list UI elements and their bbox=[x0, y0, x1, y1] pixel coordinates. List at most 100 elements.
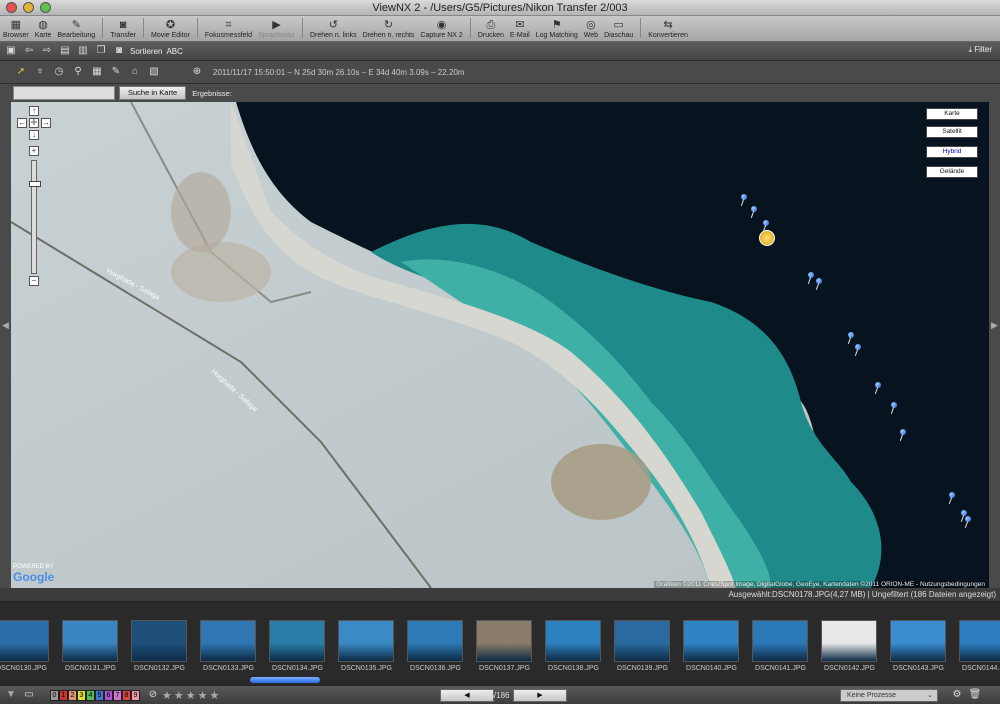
map-search-button[interactable]: Suche in Karte bbox=[119, 86, 187, 100]
toolbar-button-13[interactable]: ⚑ Log Matching bbox=[533, 15, 581, 41]
toolbar-button-11[interactable]: ⎙ Drucken bbox=[475, 15, 507, 41]
map-search-input[interactable] bbox=[13, 86, 115, 100]
forward-arrow-icon[interactable]: ⇨ bbox=[40, 45, 54, 57]
map-copyright[interactable]: Grafiken ©2011 Cnes/Spot Image, DigitalG… bbox=[654, 581, 987, 588]
toolbar-button-4[interactable]: ◙ Transfer bbox=[107, 15, 139, 41]
expand-left-icon[interactable]: ◀ bbox=[2, 320, 9, 331]
color-label-4[interactable]: 4 bbox=[86, 689, 95, 701]
toolbar-button-1[interactable]: ▦ Browser bbox=[0, 15, 32, 41]
zoom-slider-knob[interactable] bbox=[29, 181, 41, 187]
color-label-3[interactable]: 3 bbox=[77, 689, 86, 701]
thumbnail-image[interactable] bbox=[890, 620, 946, 662]
pan-right-icon[interactable]: → bbox=[41, 118, 51, 128]
toolbar-button-6[interactable]: ⌗ Fokusmessfeld bbox=[202, 15, 255, 41]
collapse-arrow-icon[interactable]: ▼ bbox=[4, 689, 18, 701]
pan-down-icon[interactable]: ↓ bbox=[29, 130, 39, 140]
trash-icon[interactable]: 🗑 bbox=[968, 689, 982, 701]
toolbar-button-9[interactable]: ↻ Drehen n. rechts bbox=[360, 15, 418, 41]
photo-location-pin[interactable] bbox=[763, 220, 769, 226]
toolbar-button-2[interactable]: ◍ Karte bbox=[32, 15, 55, 41]
minimize-window-icon[interactable] bbox=[23, 2, 34, 13]
toolbar-button-8[interactable]: ↺ Drehen n. links bbox=[307, 15, 360, 41]
rating-star-icon[interactable]: ★ bbox=[198, 689, 208, 702]
thumbnail-image[interactable] bbox=[959, 620, 1000, 662]
color-label-0[interactable]: 0 bbox=[50, 689, 59, 701]
toolbar-button-10[interactable]: ◉ Capture NX 2 bbox=[417, 15, 465, 41]
filmstrip-scrollbar[interactable] bbox=[250, 677, 320, 683]
pan-center-icon[interactable]: ✛ bbox=[29, 118, 39, 128]
right-panel-toggle[interactable]: ▶ bbox=[989, 102, 1000, 588]
photo-location-pin[interactable] bbox=[751, 206, 757, 212]
image-list-icon[interactable]: ▦ bbox=[90, 66, 104, 78]
thumbnail-image[interactable] bbox=[545, 620, 601, 662]
photo-location-pin[interactable] bbox=[848, 332, 854, 338]
left-panel-toggle[interactable]: ◀ bbox=[0, 102, 11, 588]
zoom-slider[interactable] bbox=[29, 160, 41, 274]
toolbar-button-12[interactable]: ✉ E-Mail bbox=[507, 15, 533, 41]
toolbar-button-3[interactable]: ✎ Bearbeitung bbox=[54, 15, 98, 41]
home-icon[interactable]: ⌂ bbox=[128, 66, 142, 78]
thumbnail-image[interactable] bbox=[407, 620, 463, 662]
toolbar-button-7[interactable]: ▶ Sprachnotiz bbox=[255, 15, 298, 41]
filmstrip-view-icon[interactable]: ▭ bbox=[18, 689, 40, 701]
expand-right-icon[interactable]: ▶ bbox=[991, 320, 998, 331]
pan-left-icon[interactable]: ← bbox=[17, 118, 27, 128]
map-type-gelaende[interactable]: Gelände bbox=[926, 166, 978, 178]
folder-up-icon[interactable]: ▥ bbox=[76, 45, 90, 57]
thumbnail-image[interactable] bbox=[62, 620, 118, 662]
panel-divider[interactable]: Ausgewählt:DSCN0178.JPG(4,27 MB) | Ungef… bbox=[0, 588, 1000, 602]
photo-location-pin[interactable] bbox=[949, 492, 955, 498]
photo-location-pin[interactable] bbox=[891, 402, 897, 408]
picture-icon[interactable]: ▧ bbox=[147, 66, 161, 78]
photo-location-pin[interactable] bbox=[961, 510, 967, 516]
toolbar-button-16[interactable]: ⇆ Konvertieren bbox=[645, 15, 691, 41]
thumbnail-image[interactable] bbox=[200, 620, 256, 662]
toolbar-button-15[interactable]: ▭ Diaschau bbox=[601, 15, 636, 41]
pan-up-icon[interactable]: ↑ bbox=[29, 106, 39, 116]
color-label-5[interactable]: 5 bbox=[95, 689, 104, 701]
zoom-in-icon[interactable]: + bbox=[29, 146, 39, 156]
toolbar-button-14[interactable]: ◎ Web bbox=[581, 15, 601, 41]
photo-location-pin[interactable] bbox=[965, 516, 971, 522]
gear-icon[interactable]: ⚙ bbox=[950, 689, 964, 701]
filter-button[interactable]: ⤓ Filter bbox=[968, 45, 992, 55]
photo-location-pin[interactable] bbox=[741, 194, 747, 200]
color-label-9[interactable]: 9 bbox=[131, 689, 140, 701]
thumbnail-image[interactable] bbox=[338, 620, 394, 662]
photo-location-pin[interactable] bbox=[808, 272, 814, 278]
crosshair-icon[interactable]: ⊕ bbox=[190, 66, 204, 78]
folder-icon[interactable]: ▤ bbox=[58, 45, 72, 57]
thumbnail-image[interactable] bbox=[683, 620, 739, 662]
color-label-1[interactable]: 1 bbox=[59, 689, 68, 701]
map-type-karte[interactable]: Karte bbox=[926, 108, 978, 120]
color-label-8[interactable]: 8 bbox=[122, 689, 131, 701]
color-label-6[interactable]: 6 bbox=[104, 689, 113, 701]
selected-photo-pin[interactable] bbox=[759, 230, 775, 246]
thumbnail-image[interactable] bbox=[476, 620, 532, 662]
sort-label[interactable]: Sortieren bbox=[130, 47, 162, 56]
pointer-tool-icon[interactable]: ➚ bbox=[14, 66, 28, 78]
toolbar-button-5[interactable]: ✪ Movie Editor bbox=[148, 15, 193, 41]
photo-location-pin[interactable] bbox=[816, 278, 822, 284]
sort-value[interactable]: ABC bbox=[166, 47, 182, 56]
google-logo[interactable]: POWERED BY Google bbox=[13, 564, 54, 584]
window-controls[interactable] bbox=[6, 2, 51, 13]
thumbnail-filmstrip[interactable]: DSCN0130.JPG DSCN0131.JPG DSCN0132.JPG DSCN… bbox=[0, 602, 1000, 685]
view-mode-icon[interactable]: ▣ bbox=[4, 45, 18, 57]
rating-star-icon[interactable]: ★ bbox=[186, 689, 196, 702]
thumbnail-image[interactable] bbox=[752, 620, 808, 662]
camera-small-icon[interactable]: ◙ bbox=[112, 45, 126, 57]
photo-location-pin[interactable] bbox=[900, 429, 906, 435]
satellite-map[interactable]: Hurghada - Safaga Hurghada - Safaga ↑ ← … bbox=[11, 102, 989, 588]
thumbnail-image[interactable] bbox=[131, 620, 187, 662]
map-type-hybrid[interactable]: Hybrid bbox=[926, 146, 978, 158]
track-icon[interactable]: ⚲ bbox=[71, 66, 85, 78]
thumbnail-image[interactable] bbox=[821, 620, 877, 662]
zoom-out-icon[interactable]: − bbox=[29, 276, 39, 286]
color-label-2[interactable]: 2 bbox=[68, 689, 77, 701]
next-button[interactable]: ▶ bbox=[513, 689, 567, 702]
rating-star-icon[interactable]: ★ bbox=[162, 689, 172, 702]
clock-icon[interactable]: ◷ bbox=[52, 66, 66, 78]
thumbnail-image[interactable] bbox=[614, 620, 670, 662]
thumbnail-image[interactable] bbox=[0, 620, 49, 662]
